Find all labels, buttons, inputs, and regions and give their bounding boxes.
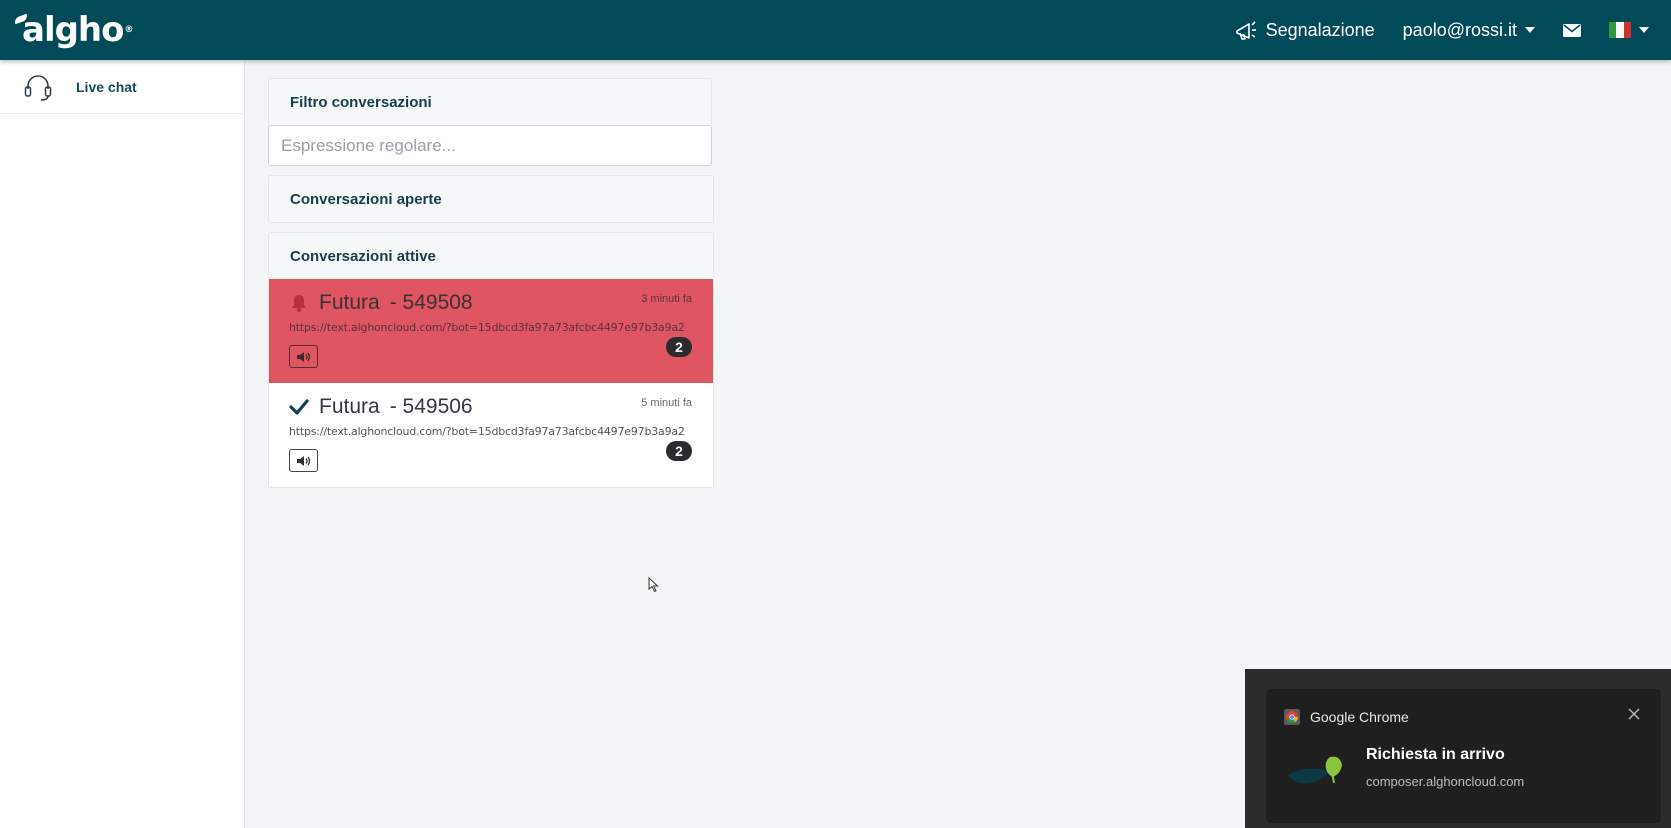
conversation-time: 3 minuti fa <box>641 293 692 305</box>
active-conversations-title: Conversazioni attive <box>269 233 713 279</box>
notification-title: Richiesta in arrivo <box>1366 746 1505 763</box>
report-button[interactable]: Segnalazione <box>1234 19 1375 41</box>
conversation-id: - 549508 <box>389 291 473 314</box>
chrome-notification[interactable]: Google Chrome Richiesta in arrivo compos… <box>1266 689 1661 823</box>
flag-stripe-white <box>1616 22 1624 38</box>
top-bar: algho® Segnalazione paolo@rossi.it <box>0 0 1671 60</box>
messages-button[interactable] <box>1563 23 1581 37</box>
filter-title: Filtro conversazioni <box>268 78 712 125</box>
chrome-icon <box>1284 709 1300 725</box>
algho-notification-icon <box>1288 756 1342 784</box>
notification-app: Google Chrome <box>1284 709 1409 725</box>
algho-logo[interactable]: algho® <box>12 10 134 50</box>
active-conversations-panel: Conversazioni attive Futura - 549508 3 m… <box>268 232 714 488</box>
conversation-title: Futura - 549508 <box>289 291 693 315</box>
sound-toggle-button[interactable] <box>289 345 318 368</box>
chevron-down-icon <box>1639 27 1649 33</box>
message-count-badge: 2 <box>666 441 692 461</box>
checkmark-icon <box>289 399 309 415</box>
headset-icon <box>24 74 52 101</box>
language-menu[interactable] <box>1609 22 1649 38</box>
open-conversations-title: Conversazioni aperte <box>269 176 713 222</box>
report-label: Segnalazione <box>1265 19 1375 40</box>
sidebar: Live chat <box>0 60 245 828</box>
chevron-down-icon <box>1525 27 1535 33</box>
open-conversations-panel[interactable]: Conversazioni aperte <box>268 175 714 223</box>
notification-app-name: Google Chrome <box>1310 709 1409 725</box>
top-nav: Segnalazione paolo@rossi.it <box>1234 0 1671 60</box>
envelope-icon <box>1563 23 1581 37</box>
bell-icon <box>292 295 306 312</box>
speaker-icon <box>296 455 310 466</box>
conversation-id: - 549506 <box>389 395 473 418</box>
mouse-cursor-icon <box>648 577 659 593</box>
message-count-badge: 2 <box>666 337 692 357</box>
conversation-url: https://text.alghoncloud.com/?bot=15dbcd… <box>289 425 685 438</box>
sidebar-item-live-chat[interactable]: Live chat <box>0 60 244 114</box>
megaphone-icon <box>1235 21 1256 40</box>
speaker-icon <box>296 351 310 362</box>
user-menu[interactable]: paolo@rossi.it <box>1403 20 1535 41</box>
conversation-item[interactable]: Futura - 549508 3 minuti fa https://text… <box>269 279 713 383</box>
conversation-time: 5 minuti fa <box>641 397 692 409</box>
flag-stripe-green <box>1609 22 1617 38</box>
sidebar-item-label: Live chat <box>76 78 137 95</box>
notification-source: composer.alghoncloud.com <box>1366 774 1525 789</box>
italy-flag-icon <box>1609 22 1631 38</box>
conversation-name: Futura <box>319 395 380 418</box>
close-icon[interactable] <box>1627 707 1641 721</box>
sound-toggle-button[interactable] <box>289 449 318 472</box>
conversation-url: https://text.alghoncloud.com/?bot=15dbcd… <box>289 321 685 334</box>
conversation-item[interactable]: Futura - 549506 5 minuti fa https://text… <box>269 383 713 487</box>
conversation-name: Futura <box>319 291 380 314</box>
filter-panel: Filtro conversazioni <box>268 78 712 166</box>
filter-input[interactable] <box>268 125 712 166</box>
conversation-title: Futura - 549506 <box>289 395 693 419</box>
user-email: paolo@rossi.it <box>1402 19 1517 40</box>
flag-stripe-red <box>1623 22 1631 38</box>
